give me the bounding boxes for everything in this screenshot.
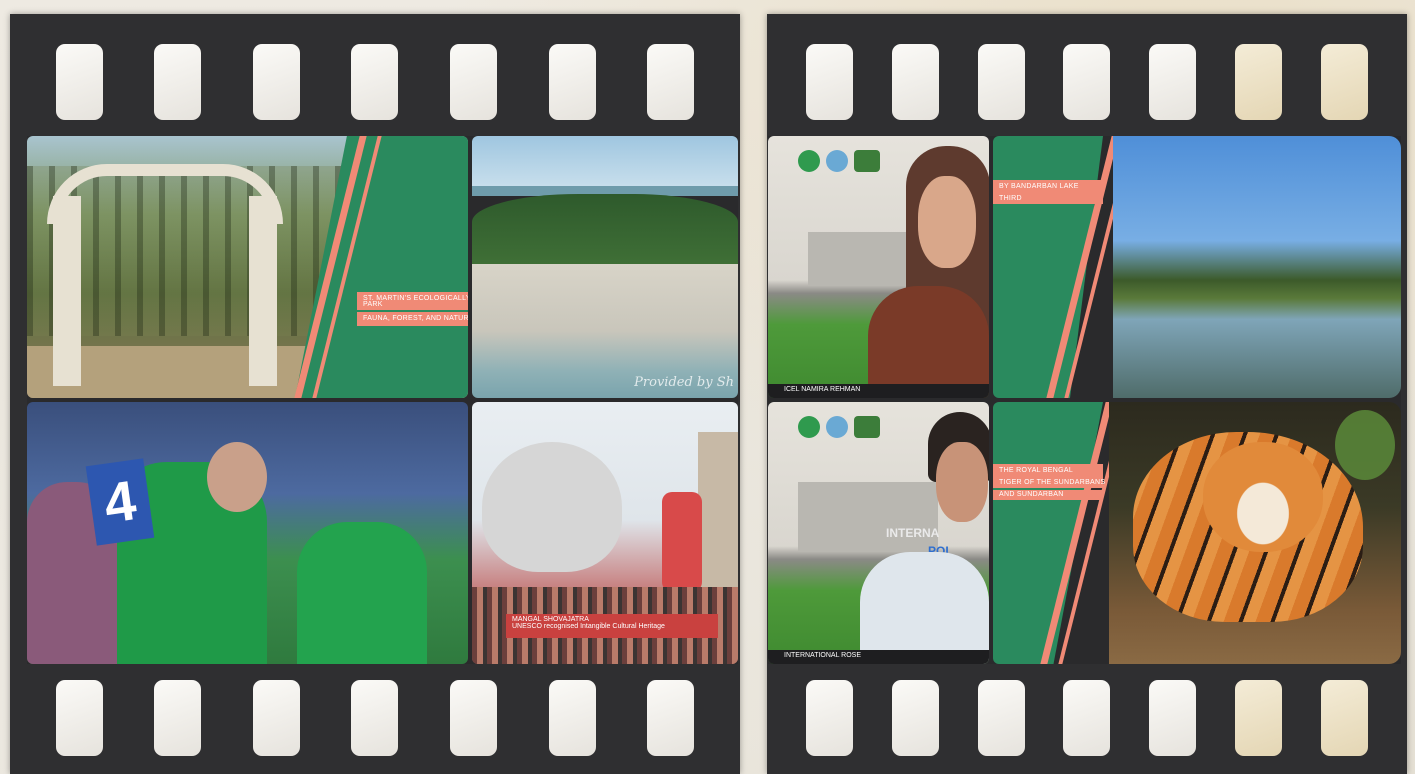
elephant-effigy xyxy=(482,442,622,572)
sprocket-hole xyxy=(252,680,300,756)
red-effigy xyxy=(662,492,702,592)
photo-grid-left: ST. MARTIN'S ECOLOGICALLY PARK FAUNA, FO… xyxy=(27,136,738,664)
sprocket-hole xyxy=(977,44,1025,120)
fan-sign: 4 xyxy=(85,458,155,546)
sprocket-hole xyxy=(55,44,103,120)
frame-tiger: THE ROYAL BENGAL TIGER OF THE SUNDARBANS… xyxy=(993,402,1401,664)
lake-tag-1: BY BANDARBAN LAKE xyxy=(993,180,1103,194)
speaker-name: INTERNATIONAL ROSE xyxy=(784,652,862,659)
green-banner xyxy=(993,402,1103,664)
leaves xyxy=(1335,410,1395,480)
tiger-face xyxy=(1203,442,1323,552)
sprocket-hole xyxy=(450,680,498,756)
sprocket-hole xyxy=(1320,44,1368,120)
sprocket-hole xyxy=(450,44,498,120)
speaker-face xyxy=(918,176,976,268)
parliament-building xyxy=(808,232,918,286)
frame-park-gate: ST. MARTIN'S ECOLOGICALLY PARK FAUNA, FO… xyxy=(27,136,468,398)
frame-celebration: 4 xyxy=(27,402,468,664)
sprocket-row-top xyxy=(10,44,740,120)
sprocket-hole xyxy=(647,680,695,756)
name-bar: INTERNATIONAL ROSE xyxy=(768,650,989,664)
sprocket-row-top xyxy=(767,44,1407,120)
frame-beach: Provided by Sh xyxy=(472,136,738,398)
sprocket-hole xyxy=(977,680,1025,756)
speaker-shirt xyxy=(860,552,989,664)
sprocket-hole xyxy=(892,44,940,120)
name-bar: ICEL NAMIRA REHMAN xyxy=(768,384,989,398)
frame-speaker-1: ICEL NAMIRA REHMAN xyxy=(768,136,989,398)
un-logo-icon xyxy=(826,150,848,172)
frame-lake: BY BANDARBAN LAKE THIRD xyxy=(993,136,1401,398)
tiger-tag-3: AND SUNDARBAN xyxy=(993,490,1103,500)
sprocket-hole xyxy=(154,680,202,756)
caption-title: MANGAL SHOVAJATRA xyxy=(512,616,589,623)
sprocket-hole xyxy=(548,680,596,756)
tiger-tag-2: TIGER OF THE SUNDARBANS xyxy=(993,478,1105,488)
sprocket-hole xyxy=(548,44,596,120)
sprocket-hole xyxy=(351,680,399,756)
sprocket-hole xyxy=(1234,44,1282,120)
partner-logo-icon xyxy=(854,150,880,172)
lake-scene xyxy=(1113,136,1401,398)
sprocket-hole xyxy=(154,44,202,120)
tree-line xyxy=(472,194,738,264)
sprocket-hole xyxy=(1149,680,1197,756)
watermark-text: Provided by Sh xyxy=(634,375,734,390)
sprocket-hole xyxy=(1063,680,1111,756)
sign-text: INTERNA xyxy=(886,526,940,540)
parliament-building xyxy=(798,482,938,552)
sprocket-hole xyxy=(1149,44,1197,120)
partner-logo-icon xyxy=(854,416,880,438)
frame-festival: MANGAL SHOVAJATRA UNESCO recognised Inta… xyxy=(472,402,738,664)
sprocket-hole xyxy=(1063,44,1111,120)
park-tag-3: FAUNA, FOREST, AND NATURE xyxy=(357,312,468,326)
speaker-face xyxy=(936,442,988,522)
fan-face xyxy=(207,442,267,512)
sprocket-hole xyxy=(252,44,300,120)
gate-pillar-right xyxy=(249,196,277,386)
gate-arch xyxy=(47,164,283,224)
sprocket-hole xyxy=(1320,680,1368,756)
sprocket-hole xyxy=(892,680,940,756)
photo-grid-right: ICEL NAMIRA REHMAN BY BANDARBAN LAKE THI… xyxy=(768,136,1401,664)
sprocket-row-bottom xyxy=(767,680,1407,756)
sprocket-hole xyxy=(647,44,695,120)
building xyxy=(698,432,738,592)
park-tag-2: PARK xyxy=(357,300,468,310)
caption-subtitle: UNESCO recognised Intangible Cultural He… xyxy=(512,623,665,630)
gate-pillar-left xyxy=(53,196,81,386)
un-logo-icon xyxy=(826,416,848,438)
frame-speaker-2: INTERNA POI INTERNATIONAL ROSE xyxy=(768,402,989,664)
logo-icon xyxy=(798,150,820,172)
sprocket-hole xyxy=(806,44,854,120)
sprocket-row-bottom xyxy=(10,680,740,756)
green-banner xyxy=(993,136,1103,398)
logo-icon xyxy=(798,416,820,438)
lake-tag-2: THIRD xyxy=(993,194,1103,204)
fan-green-shirt xyxy=(297,522,427,664)
speaker-clothing xyxy=(868,286,989,398)
sprocket-hole xyxy=(1234,680,1282,756)
sprocket-hole xyxy=(55,680,103,756)
caption-box: MANGAL SHOVAJATRA UNESCO recognised Inta… xyxy=(506,614,718,638)
speaker-name: ICEL NAMIRA REHMAN xyxy=(784,386,861,393)
sprocket-hole xyxy=(351,44,399,120)
sprocket-hole xyxy=(806,680,854,756)
tiger-tag-1: THE ROYAL BENGAL xyxy=(993,464,1103,478)
